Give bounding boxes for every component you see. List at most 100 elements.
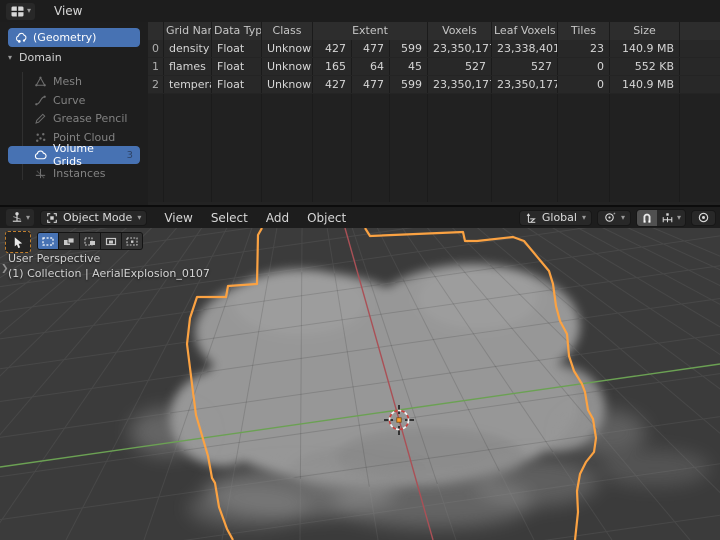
chevron-down-icon: ▾ [582,214,586,222]
cell-size: 552 KB [610,58,680,75]
snapping-controls: ▾ [636,209,686,227]
cell-class: Unknown [262,40,313,57]
proportional-editing-button[interactable] [691,210,716,226]
select-mode-subtract[interactable] [80,233,100,249]
cell-extent-z: 599 [390,40,428,57]
header-spacer [680,22,720,40]
cell-extent-z: 45 [390,58,428,75]
viewport-menu-view[interactable]: View [155,211,201,225]
table-header-row: Grid Name Data Type Class Extent Voxels … [148,22,720,40]
object-mode-icon [46,212,58,224]
volume-grids-table: Grid Name Data Type Class Extent Voxels … [148,22,720,205]
table-row[interactable]: 0 density Float Unknown 427 477 599 23,3… [148,40,720,58]
toolbar-toggle-arrow[interactable]: ❯ [1,264,9,274]
table-row[interactable]: 2 temperature Float Unknown 427 477 599 … [148,76,720,94]
point-cloud-icon [34,131,47,144]
cell-data-type: Float [212,40,262,57]
active-collection-object-label: (1) Collection | AerialExplosion_0107 [8,267,210,280]
viewport-menu-add[interactable]: Add [257,211,298,225]
row-index: 0 [148,40,164,57]
select-mode-set[interactable] [38,233,58,249]
volume-grids-count-badge: 3 [127,150,133,161]
header-leaf-voxels[interactable]: Leaf Voxels [492,22,558,40]
snap-toggle-button[interactable] [637,210,657,226]
cell-extent-y: 477 [352,40,390,57]
cell-extent-y: 64 [352,58,390,75]
select-mode-extend[interactable] [59,233,79,249]
cell-leaf-voxels: 527 [492,58,558,75]
header-size[interactable]: Size [610,22,680,40]
cell-extent-z: 599 [390,76,428,93]
chevron-down-icon: ▾ [26,214,30,222]
orientation-axes-icon [525,212,537,224]
row-index: 2 [148,76,164,93]
spreadsheet-sidebar: (Geometry) ▾ Domain Mesh Curve [0,22,148,205]
cell-grid-name: temperature [164,76,212,93]
viewport-menu-select[interactable]: Select [202,211,257,225]
sidebar-item-grease-pencil[interactable]: Grease Pencil [8,109,140,127]
select-mode-invert[interactable] [101,233,121,249]
cell-grid-name: flames [164,58,212,75]
pivot-icon [603,211,616,224]
grease-pencil-icon [34,112,47,125]
geometry-icon [15,32,27,44]
domain-tree-toggle[interactable]: ▾ Domain [8,51,62,64]
sidebar-item-label: Curve [53,94,85,107]
cell-class: Unknown [262,76,313,93]
cursor-arrow-icon [12,236,24,249]
cell-tiles: 23 [558,40,610,57]
chevron-down-icon: ▾ [27,7,31,15]
dataset-geometry-button[interactable]: (Geometry) [8,28,140,47]
header-extent[interactable]: Extent [313,22,428,40]
spreadsheet-menu-view[interactable]: View [45,4,91,18]
transform-orientation-selector[interactable]: Global ▾ [519,210,592,226]
sidebar-item-curve[interactable]: Curve [8,91,140,109]
cell-spacer [680,40,720,57]
active-tool-select-box[interactable] [5,231,31,253]
instances-icon [34,167,47,180]
cell-extent-y: 477 [352,76,390,93]
viewport-editor-type-button[interactable]: ▾ [6,209,34,226]
cell-data-type: Float [212,58,262,75]
table-empty-area [148,94,720,202]
volume-grids-icon [34,149,47,162]
cell-voxels: 23,350,177 [428,40,492,57]
sidebar-item-label: Instances [53,167,106,180]
cell-leaf-voxels: 23,338,401 [492,40,558,57]
cell-tiles: 0 [558,76,610,93]
header-class[interactable]: Class [262,22,313,40]
chevron-down-icon: ▾ [8,54,12,62]
cell-data-type: Float [212,76,262,93]
sidebar-item-label: Grease Pencil [53,112,127,125]
editor-type-button[interactable]: ▾ [6,3,35,20]
header-grid-name[interactable]: Grid Name [164,22,212,40]
cell-voxels: 527 [428,58,492,75]
cell-size: 140.9 MB [610,76,680,93]
cell-grid-name: density [164,40,212,57]
header-tiles[interactable]: Tiles [558,22,610,40]
spreadsheet-editor: ▾ View (Geometry) ▾ Domain Mesh [0,0,720,205]
domain-label: Domain [19,51,62,64]
sidebar-item-volume-grids[interactable]: Volume Grids 3 [8,146,140,164]
snap-increment-icon [661,212,674,224]
view-perspective-label: User Perspective [8,252,100,265]
cell-leaf-voxels: 23,350,177 [492,76,558,93]
sidebar-item-instances[interactable]: Instances [8,164,140,182]
row-index: 1 [148,58,164,75]
mode-label: Object Mode [63,211,132,224]
proportional-editing-icon [697,211,710,224]
select-mode-intersect[interactable] [122,233,142,249]
magnet-icon [641,212,653,224]
curve-icon [34,94,47,107]
table-row[interactable]: 1 flames Float Unknown 165 64 45 527 527… [148,58,720,76]
blender-window: ▾ View (Geometry) ▾ Domain Mesh [0,0,720,540]
header-data-type[interactable]: Data Type [212,22,262,40]
sidebar-item-mesh[interactable]: Mesh [8,72,140,90]
viewport-menu-object[interactable]: Object [298,211,355,225]
header-voxels[interactable]: Voxels [428,22,492,40]
snap-settings-button[interactable]: ▾ [657,210,685,226]
mode-selector[interactable]: Object Mode ▾ [40,210,147,226]
pivot-point-selector[interactable]: ▾ [597,210,631,226]
spreadsheet-icon [10,5,25,18]
mesh-icon [34,75,47,88]
